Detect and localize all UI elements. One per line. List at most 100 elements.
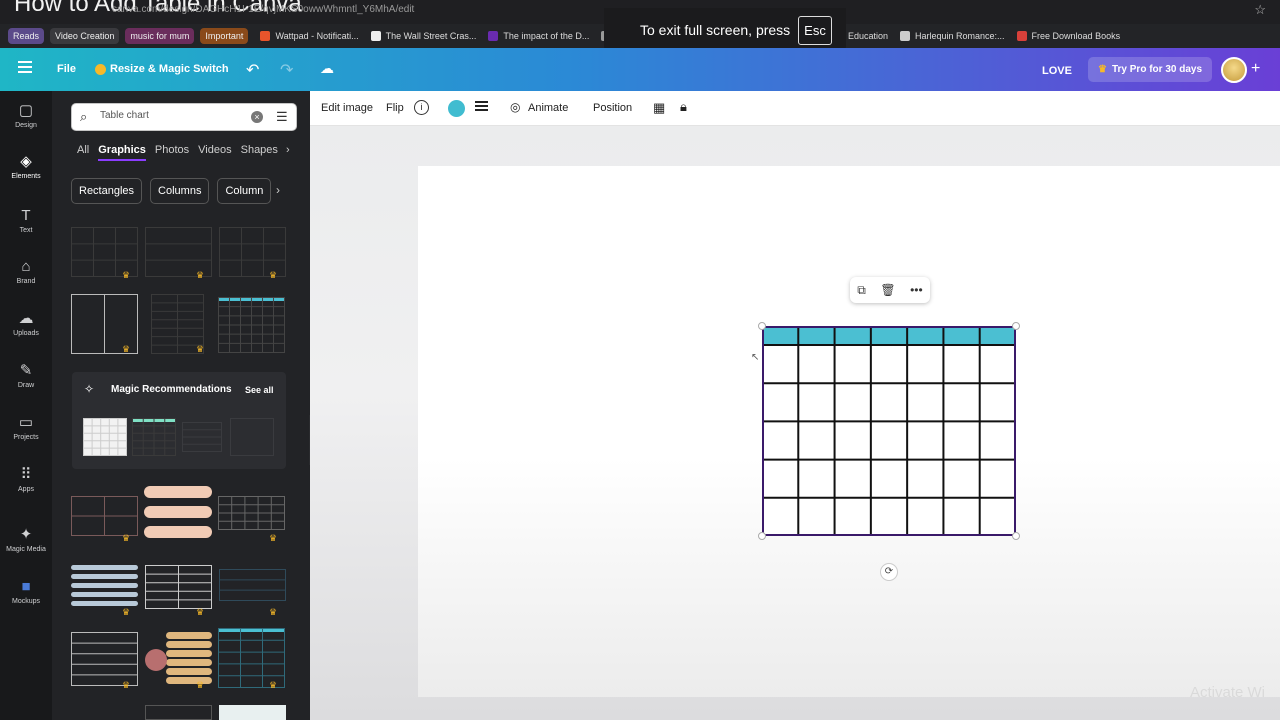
pro-crown-icon: ♛ [122,533,131,543]
bookmark-folder-pill[interactable]: Important [200,28,249,44]
resize-handle-top-left[interactable] [758,322,766,330]
pro-crown-icon: ♛ [269,533,278,543]
rail-item-elements[interactable]: ◈ Elements [0,154,52,181]
text-icon: T [21,207,31,224]
table-graphic-thumbnail[interactable] [71,632,138,686]
resize-label: Resize & Magic Switch [110,63,229,75]
table-graphic-thumbnail[interactable] [145,565,212,609]
info-icon[interactable]: i [414,100,429,115]
rail-item-draw[interactable]: ✎ Draw [0,363,52,390]
see-all-link[interactable]: See all [245,385,274,395]
rotate-icon[interactable]: ⟳ [880,563,898,581]
table-element[interactable] [762,326,1016,537]
redo-icon[interactable]: ↷ [280,60,293,80]
duplicate-icon[interactable]: ⧉ [857,283,866,298]
tab-photos[interactable]: Photos [155,144,189,161]
table-graphic-thumbnail[interactable] [219,705,286,720]
pill-list-graphic-thumbnail[interactable] [71,565,138,610]
transparency-icon[interactable]: ▦ [653,100,665,116]
clear-icon[interactable]: × [251,111,263,123]
design-icon: ▢ [18,102,34,119]
bookmark-folder-pill[interactable]: Video Creation [50,28,120,44]
crown-icon [95,63,106,75]
table-graphic-thumbnail[interactable] [132,418,176,456]
table-graphic-thumbnail[interactable] [218,628,285,688]
plus-icon[interactable]: + [1251,60,1260,78]
rail-item-apps[interactable]: ⠿ Apps [0,466,52,494]
rail-label: Mockups [11,598,40,605]
fullscreen-exit-notice: To exit full screen, press Esc [604,8,846,52]
search-box[interactable]: ⌕ × ☰ [71,103,297,131]
bookmark-folder-pill[interactable]: music for mum [125,28,195,44]
filter-chip[interactable]: Column [217,178,272,204]
filter-chip[interactable]: Rectangles [71,178,143,204]
resize-handle-bottom-left[interactable] [758,532,766,540]
lock-icon[interactable]: 🔒︎ [680,99,687,115]
table-graphic-thumbnail[interactable] [219,569,286,601]
color-swatch[interactable] [448,100,465,117]
rail-item-uploads[interactable]: ☁ Uploads [0,311,52,338]
table-header-row [762,326,1016,345]
projects-icon: ▭ [18,414,34,431]
more-options-icon[interactable]: ••• [910,283,923,297]
table-graphic-thumbnail[interactable] [182,422,222,452]
try-pro-button[interactable]: ♛ Try Pro for 30 days [1088,57,1213,82]
table-graphic-thumbnail[interactable] [230,418,274,456]
resize-handle-bottom-right[interactable] [1012,532,1020,540]
tab-shapes[interactable]: Shapes [241,144,278,161]
tab-videos[interactable]: Videos [198,144,231,161]
bookmark-link[interactable]: Harlequin Romance:... [899,31,1005,41]
tab-graphics[interactable]: Graphics [98,144,146,161]
magic-recommendations-title: Magic Recommendations [111,384,232,395]
filter-icon[interactable]: ☰ [276,109,288,125]
bookmark-link[interactable]: The impact of the D... [488,31,589,41]
menu-icon[interactable] [18,61,32,73]
pill-list-graphic-thumbnail[interactable] [144,486,212,546]
avatar[interactable] [1221,57,1247,83]
esc-key-hint: Esc [798,15,832,45]
undo-icon[interactable]: ↶ [246,60,259,80]
bookmark-link[interactable]: The Wall Street Cras... [370,31,476,41]
table-graphic-thumbnail[interactable] [145,705,212,720]
address-bar-url[interactable]: canva.com/design/DAGHcH1I-1E/qvjMKS0owwW… [112,4,414,15]
chevron-right-icon[interactable]: › [286,144,290,156]
table-graphic-thumbnail[interactable] [71,496,138,536]
rail-label: Design [15,122,37,129]
filter-chip[interactable]: Columns [150,178,210,204]
chevron-right-icon[interactable]: › [276,183,280,197]
try-pro-label: Try Pro for 30 days [1111,64,1203,75]
rail-item-text[interactable]: T Text [0,207,52,235]
resize-magic-switch-button[interactable]: Resize & Magic Switch [95,63,229,75]
pro-crown-icon: ♛ [196,270,205,280]
pro-crown-icon: ♛ [122,680,131,690]
animate-button[interactable]: Animate [528,102,568,114]
pill-list-graphic-thumbnail[interactable] [166,632,212,686]
bookmark-link[interactable]: Free Download Books [1016,31,1120,41]
position-button[interactable]: Position [593,102,632,114]
border-style-icon[interactable] [475,99,488,111]
table-graphic-thumbnail[interactable] [83,418,127,456]
bookmark-link[interactable]: Wattpad - Notificati... [260,31,359,41]
left-rail: ▢ Design ◈ Elements T Text ⌂ Brand ☁ Uploads ✎ Draw… [0,91,52,720]
bookmark-folder-pill[interactable]: Reads [8,28,45,44]
rail-item-design[interactable]: ▢ Design [0,102,52,130]
rail-item-magic-media[interactable]: ✦ Magic Media [0,527,52,554]
pro-crown-icon: ♛ [196,607,205,617]
cloud-save-icon[interactable]: ☁ [320,60,334,77]
rail-item-mockups[interactable]: ■ Mockups [0,579,52,606]
pro-crown-icon: ♛ [269,680,278,690]
table-graphic-thumbnail[interactable] [218,496,285,530]
tab-all[interactable]: All [77,144,89,161]
apps-icon: ⠿ [20,466,32,483]
bookmark-star-icon[interactable]: ☆ [1254,2,1266,18]
rail-item-projects[interactable]: ▭ Projects [0,414,52,442]
rail-item-brand[interactable]: ⌂ Brand [0,259,52,286]
table-graphic-thumbnail[interactable] [218,297,285,353]
edit-image-button[interactable]: Edit image [321,102,373,114]
file-menu-button[interactable]: File [57,63,76,75]
flip-button[interactable]: Flip [386,102,404,114]
design-title[interactable]: LOVE [1042,65,1072,77]
resize-handle-top-right[interactable] [1012,322,1020,330]
search-input[interactable] [100,110,240,121]
delete-icon[interactable]: 🗑︎ [880,283,895,297]
